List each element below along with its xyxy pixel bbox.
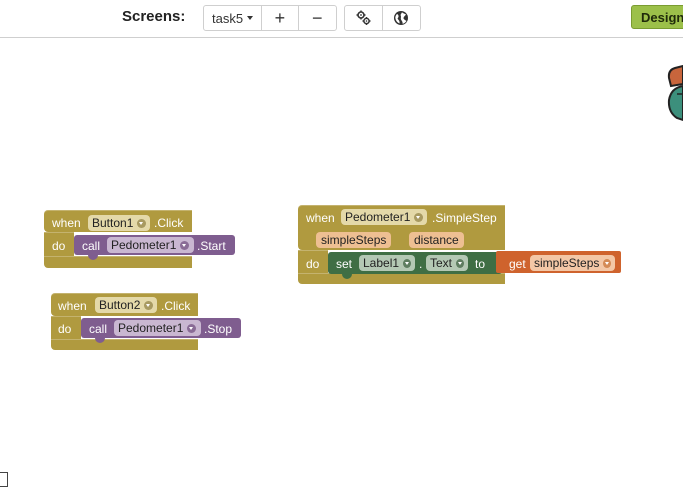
do-keyword: do: [58, 322, 72, 336]
dropdown-arrow-icon: [456, 258, 464, 268]
event-name: .SimpleStep: [432, 211, 497, 225]
property-dropdown[interactable]: Text: [426, 255, 468, 271]
top-toolbar: Screens: task5 + − Design: [0, 0, 683, 38]
workspace-corner-control[interactable]: [0, 472, 8, 487]
project-properties-button[interactable]: [345, 6, 383, 30]
event-name: .Click: [154, 216, 184, 230]
dropdown-arrow-icon: [144, 300, 153, 310]
dropdown-arrow-icon: [414, 212, 423, 222]
to-keyword: to: [475, 257, 486, 271]
language-button[interactable]: [383, 6, 421, 30]
dropdown-arrow-icon: [403, 258, 411, 268]
setter-component-label: Label1: [363, 256, 400, 270]
dropdown-arrow-icon: [137, 218, 146, 228]
add-screen-button[interactable]: +: [262, 6, 299, 30]
designer-button-label: Designer: [641, 9, 683, 25]
method-name: .Start: [197, 239, 226, 253]
project-tools-group: [344, 5, 421, 31]
globe-icon: [394, 11, 409, 25]
dropdown-arrow-icon: [603, 258, 611, 268]
screen-button-group: task5 + −: [203, 5, 337, 31]
call-component-label: Pedometer1: [118, 321, 184, 335]
event-footer: [51, 339, 198, 350]
variable-dropdown[interactable]: simpleSteps: [530, 255, 615, 271]
event-footer: [298, 273, 505, 284]
set-keyword: set: [336, 257, 353, 271]
do-keyword: do: [52, 239, 66, 253]
designer-button[interactable]: Designer: [631, 5, 683, 29]
when-keyword: when: [58, 299, 87, 313]
property-label: Text: [430, 256, 453, 270]
do-keyword: do: [306, 257, 320, 271]
setter-component-dropdown[interactable]: Label1: [359, 255, 415, 271]
component-dropdown-label: Pedometer1: [345, 210, 411, 224]
blocks-workspace[interactable]: when Button1 .Click do call Pedometer1 .…: [0, 38, 683, 499]
method-name: .Stop: [204, 322, 233, 336]
minus-icon: −: [312, 7, 323, 28]
gear-icon: [356, 10, 371, 25]
component-dropdown-label: Button1: [92, 216, 134, 230]
remove-screen-button[interactable]: −: [299, 6, 336, 30]
dropdown-arrow-icon: [187, 323, 197, 333]
when-keyword: when: [52, 216, 81, 230]
component-dropdown-label: Button2: [99, 298, 141, 312]
variable-label: simpleSteps: [534, 256, 600, 270]
call-component-dropdown[interactable]: Pedometer1: [114, 320, 201, 336]
when-keyword: when: [306, 211, 335, 225]
event-parameter[interactable]: simpleSteps: [316, 232, 392, 248]
get-keyword: get: [509, 257, 526, 271]
screen-select-dropdown[interactable]: task5: [204, 6, 263, 30]
component-dropdown[interactable]: Button2: [95, 297, 157, 313]
screen-select-label: task5: [212, 10, 244, 26]
call-keyword: call: [82, 239, 101, 253]
call-keyword: call: [89, 322, 108, 336]
call-component-dropdown[interactable]: Pedometer1: [107, 237, 194, 253]
call-component-label: Pedometer1: [111, 238, 177, 252]
trash-can-icon[interactable]: [663, 64, 683, 126]
component-dropdown[interactable]: Button1: [88, 215, 150, 231]
component-dropdown[interactable]: Pedometer1: [341, 209, 427, 225]
plus-icon: +: [274, 7, 286, 28]
caret-down-icon: [247, 16, 254, 20]
event-footer: [44, 256, 192, 268]
dot-separator: .: [419, 257, 423, 271]
event-name: .Click: [161, 299, 191, 313]
event-parameter[interactable]: distance: [409, 232, 464, 248]
dropdown-arrow-icon: [180, 240, 190, 250]
screens-label: Screens:: [122, 8, 186, 25]
